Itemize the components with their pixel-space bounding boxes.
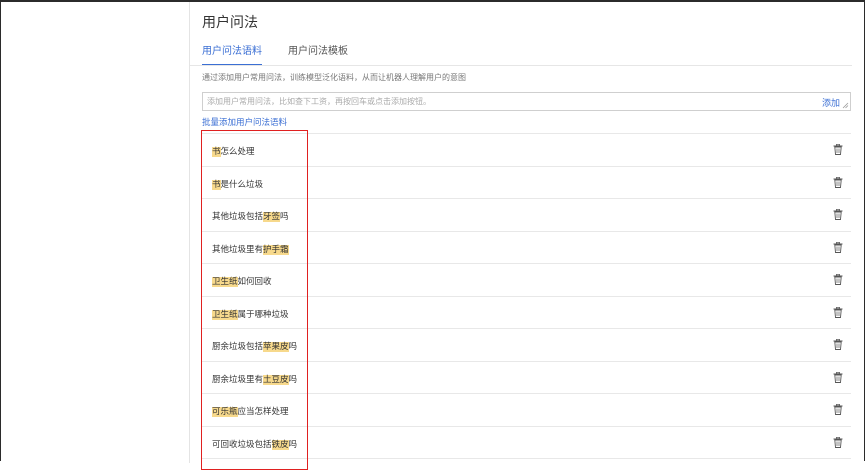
trash-icon[interactable] <box>833 274 843 285</box>
trash-icon[interactable] <box>833 404 843 415</box>
trash-icon[interactable] <box>833 176 843 188</box>
highlighted-entity: 苹果皮 <box>263 342 289 352</box>
corpus-text-segment: 如何回收 <box>237 277 272 287</box>
highlighted-entity: 土豆皮 <box>263 374 289 385</box>
table-row: 厨余垃圾里有土豆皮吗 <box>202 362 851 394</box>
corpus-text: 可回收垃圾包括铁皮吗 <box>212 438 297 450</box>
tab-user-question-corpus[interactable]: 用户问法语料 <box>202 42 262 66</box>
corpus-text: 书怎么处理 <box>212 145 255 157</box>
highlighted-entity: 卫生纸 <box>212 277 238 287</box>
corpus-text: 其他垃圾包括牙签吗 <box>212 210 289 222</box>
corpus-text: 卫生纸属于哪种垃圾 <box>212 308 289 320</box>
corpus-list: 书怎么处理 书是什么垃圾 其他垃圾包括牙签吗 其他垃圾里有护手霜 卫生纸如何回收 卫生纸属… <box>202 133 851 459</box>
highlighted-entity: 书 <box>212 179 221 190</box>
corpus-text: 可乐瓶应当怎样处理 <box>212 405 289 417</box>
question-input[interactable] <box>207 93 807 110</box>
corpus-text-segment: 怎么处理 <box>220 147 255 157</box>
corpus-text-segment: 其他垃圾包括 <box>212 212 264 222</box>
corpus-text-segment: 吗 <box>288 374 298 385</box>
corpus-text-segment: 应当怎样处理 <box>237 407 289 417</box>
corpus-text: 书是什么垃圾 <box>212 178 263 190</box>
corpus-text: 厨余垃圾包括苹果皮吗 <box>212 340 297 352</box>
trash-icon[interactable] <box>833 436 843 448</box>
corpus-text-segment: 属于哪种垃圾 <box>237 309 289 320</box>
resize-handle-icon[interactable] <box>842 102 849 109</box>
corpus-text-segment: 厨余垃圾包括 <box>212 342 264 352</box>
corpus-text: 卫生纸如何回收 <box>212 275 272 287</box>
table-row: 可乐瓶应当怎样处理 <box>202 394 851 427</box>
table-row: 其他垃圾包括牙签吗 <box>202 199 851 232</box>
table-row: 可回收垃圾包括铁皮吗 <box>202 427 851 459</box>
table-row: 卫生纸属于哪种垃圾 <box>202 297 851 329</box>
batch-add-link[interactable]: 批量添加用户问法语料 <box>202 116 287 128</box>
highlighted-entity: 牙签 <box>263 212 281 222</box>
trash-icon[interactable] <box>833 209 843 220</box>
highlighted-entity: 卫生纸 <box>212 309 238 320</box>
table-row: 书怎么处理 <box>202 134 851 167</box>
table-row: 其他垃圾里有护手霜 <box>202 232 851 264</box>
corpus-text: 其他垃圾里有护手霜 <box>212 243 289 255</box>
corpus-text-segment: 是什么垃圾 <box>220 179 264 190</box>
main-content: 用户问法 用户问法语料 用户问法模板 通过添加用户常用问法，训练模型泛化语料，从… <box>190 2 864 463</box>
table-row: 厨余垃圾包括苹果皮吗 <box>202 329 851 362</box>
trash-icon[interactable] <box>833 339 843 350</box>
add-button[interactable]: 添加 <box>822 96 840 109</box>
tab-divider <box>190 65 852 66</box>
page-title: 用户问法 <box>202 15 258 31</box>
highlighted-entity: 书 <box>212 147 221 157</box>
highlighted-entity: 铁皮 <box>271 439 289 450</box>
trash-icon[interactable] <box>833 241 843 253</box>
corpus-text-segment: 吗 <box>280 212 289 222</box>
table-row: 书是什么垃圾 <box>202 167 851 199</box>
left-panel <box>1 2 190 463</box>
corpus-text-segment: 可回收垃圾包括 <box>212 439 272 450</box>
trash-icon[interactable] <box>833 144 843 155</box>
table-row: 卫生纸如何回收 <box>202 264 851 297</box>
corpus-text-segment: 吗 <box>288 439 298 450</box>
description-text: 通过添加用户常用问法，训练模型泛化语料，从而让机器人理解用户的意图 <box>202 73 466 82</box>
corpus-text-segment: 其他垃圾里有 <box>212 244 264 255</box>
trash-icon[interactable] <box>833 371 843 383</box>
highlighted-entity: 护手霜 <box>263 244 289 255</box>
question-input-box: 添加 <box>202 92 851 111</box>
corpus-text-segment: 厨余垃圾里有 <box>212 374 264 385</box>
trash-icon[interactable] <box>833 306 843 318</box>
tab-user-question-template[interactable]: 用户问法模板 <box>288 42 348 66</box>
corpus-text-segment: 吗 <box>288 342 298 352</box>
tab-bar: 用户问法语料 用户问法模板 <box>202 42 374 66</box>
highlighted-entity: 可乐瓶 <box>212 407 238 417</box>
corpus-text: 厨余垃圾里有土豆皮吗 <box>212 373 297 385</box>
